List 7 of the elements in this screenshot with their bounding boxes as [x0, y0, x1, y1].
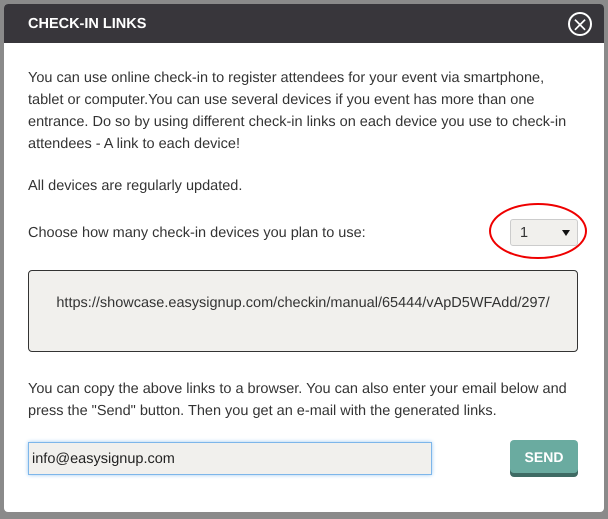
intro-paragraph: You can use online check-in to register attendees for your event via smartphone, tablet or computer.You can use several devices if you event has more than one entrance. Do so by using different check-in links on each device you use to check-in attendees - A link to each device!: [28, 69, 568, 154]
device-count-label: Choose how many check-in devices you plan to use:: [28, 224, 366, 242]
email-field[interactable]: info@easysignup.com: [28, 442, 432, 475]
intro-paragraph: All devices are regularly updated.: [28, 177, 244, 196]
dialog-title: CHECK-IN LINKS: [28, 16, 146, 32]
close-button[interactable]: ×: [568, 12, 592, 36]
instructions-paragraph: You can copy the above links to a browser. You can also enter your email below and press the "Send" button. Then you get an e-mail with the generated links.: [28, 380, 568, 421]
